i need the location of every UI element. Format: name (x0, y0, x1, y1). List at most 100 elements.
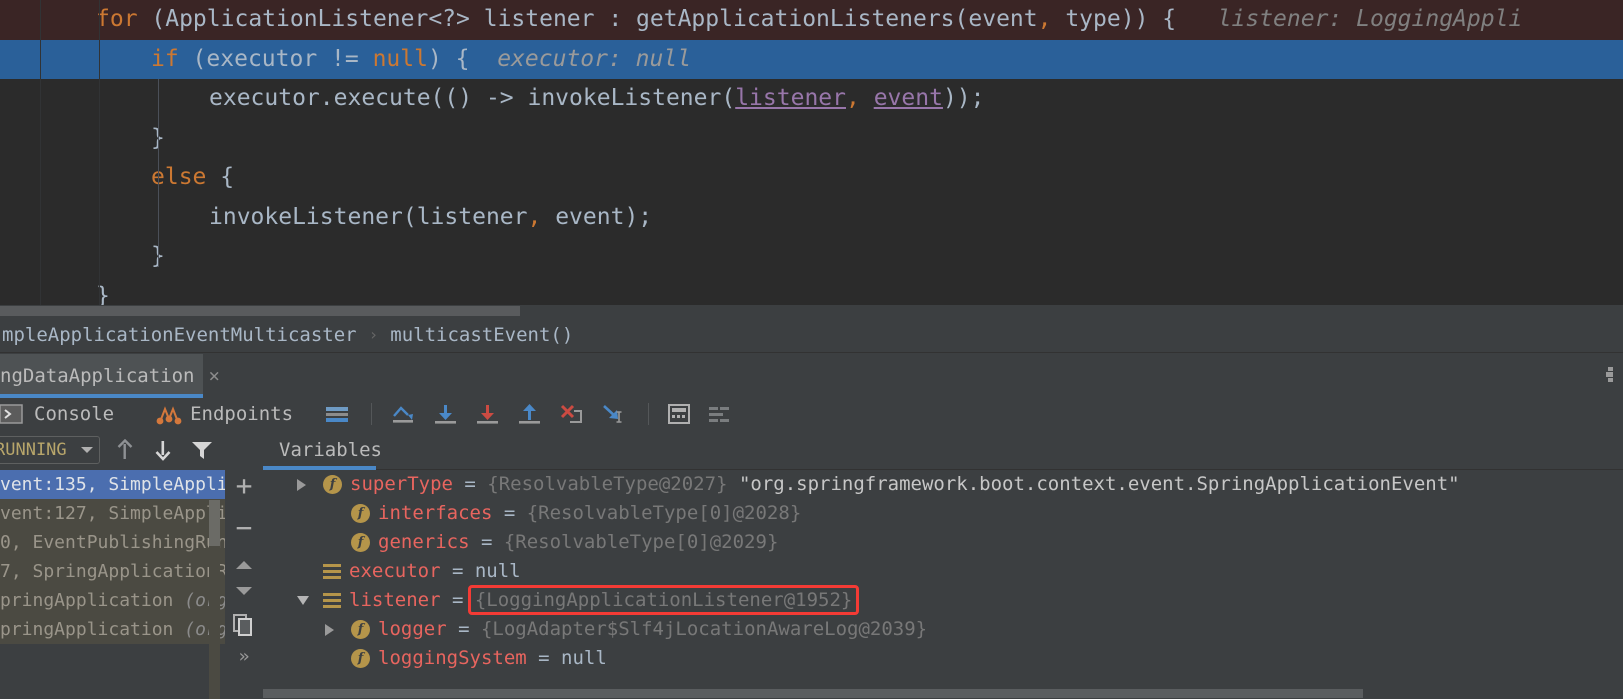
move-down-icon[interactable] (234, 584, 254, 598)
local-variable-icon (323, 591, 341, 610)
variables-panel: Variables f superType = {ResolvableType@2… (263, 430, 1623, 699)
frame-row-label: 7, SpringApplicationRunL (0, 561, 225, 582)
breadcrumb-class[interactable]: mpleApplicationEventMulticaster (0, 324, 359, 346)
breadcrumb-method[interactable]: multicastEvent() (388, 324, 575, 346)
close-icon[interactable]: × (208, 365, 219, 387)
variables-list[interactable]: f superType = {ResolvableType@2027} "org.… (263, 470, 1623, 699)
variable-row[interactable]: f logger = {LogAdapter$Slf4jLocationAware… (263, 615, 1623, 644)
filter-icon[interactable] (191, 440, 213, 460)
run-to-cursor-icon[interactable] (600, 398, 628, 430)
frames-vscroll-thumb[interactable] (209, 500, 220, 546)
editor-horizontal-scrollbar[interactable] (0, 305, 1623, 317)
chevron-down-icon[interactable] (79, 445, 95, 455)
code-token: , (845, 85, 860, 111)
variable-row[interactable]: f interfaces = {ResolvableType[0]@2028} (263, 499, 1623, 528)
code-line[interactable]: else { (0, 158, 1623, 198)
variable-reference: {LogAdapter$Slf4jLocationAwareLog@2039} (480, 618, 928, 640)
code-line[interactable]: invokeListener(listener, event); (0, 198, 1623, 238)
fold-guide-line (158, 79, 159, 267)
variable-row[interactable]: executor = null (263, 557, 1623, 586)
step-into-icon[interactable] (432, 398, 460, 430)
frame-row[interactable]: 7, SpringApplicationRunL (0, 557, 225, 586)
variable-reference: {ResolvableType[0]@2028} (526, 502, 802, 524)
variable-row[interactable]: f superType = {ResolvableType@2027} "org.… (263, 470, 1623, 499)
tab-variables-label: Variables (279, 439, 382, 461)
breadcrumb[interactable]: mpleApplicationEventMulticaster › multic… (0, 317, 1623, 353)
frame-row[interactable]: pringApplication (org.sp (0, 615, 225, 644)
code-token: type)) { (1051, 6, 1177, 32)
gutter-divider-2 (99, 0, 100, 305)
remove-icon[interactable]: − (236, 514, 253, 542)
settings-icon[interactable] (707, 398, 733, 430)
copy-icon[interactable] (233, 614, 255, 636)
arrow-up-icon[interactable] (115, 439, 135, 461)
show-execution-point-icon[interactable] (323, 398, 351, 430)
variables-hscroll-thumb[interactable] (263, 689, 1363, 698)
run-tab-label: ngDataApplication (0, 365, 195, 387)
frame-row[interactable]: vent:127, SimpleApplicat (0, 499, 225, 528)
variable-name: generics (378, 531, 470, 553)
tab-variables[interactable]: Variables (263, 430, 398, 470)
code-line[interactable]: } (0, 237, 1623, 277)
code-token: for (96, 6, 138, 32)
more-icon[interactable]: » (239, 646, 250, 667)
code-token: { (206, 164, 235, 190)
arrow-down-icon[interactable] (153, 439, 173, 461)
frames-vertical-scrollbar[interactable] (209, 500, 220, 699)
frame-row[interactable]: 0, EventPublishingRunLis (0, 528, 225, 557)
code-editor[interactable]: for (ApplicationListener<?> listener : g… (0, 0, 1623, 305)
code-token: null (372, 45, 428, 72)
variable-name: logger (378, 618, 447, 640)
gutter-divider-1 (40, 0, 41, 305)
toolbar-divider-1 (371, 403, 373, 425)
step-over-icon[interactable] (390, 398, 418, 430)
code-line[interactable]: for (ApplicationListener<?> listener : g… (0, 0, 1623, 40)
frame-row[interactable]: pringApplication (org.sp (0, 586, 225, 615)
endpoints-tab[interactable]: Endpoints (156, 398, 293, 430)
field-variable-icon: f (351, 533, 370, 552)
variable-equals: = (440, 560, 475, 582)
variable-equals: = (526, 647, 562, 669)
drop-frame-icon[interactable] (558, 398, 586, 430)
variable-reference: {LoggingApplicationListener@1952} (474, 589, 853, 611)
frames-list[interactable]: vent:135, SimpleApplicat vent:127, Simple… (0, 470, 225, 644)
expand-chevron-icon[interactable] (297, 470, 323, 499)
evaluate-expression-icon[interactable] (667, 398, 693, 430)
collapse-chevron-icon[interactable] (297, 586, 323, 615)
variable-equals: = (440, 589, 475, 611)
field-variable-icon: f (351, 620, 370, 639)
frame-row-label: vent:127, SimpleApplicat (0, 503, 225, 524)
variable-equals: = (469, 531, 504, 553)
variable-row[interactable]: f generics = {ResolvableType[0]@2029} (263, 528, 1623, 557)
code-token: event (873, 85, 943, 111)
variable-equals: = (492, 502, 527, 524)
code-line[interactable]: executor.execute(() -> invokeListener(li… (0, 79, 1623, 119)
expand-chevron-icon[interactable] (325, 615, 351, 644)
variables-horizontal-scrollbar[interactable] (263, 688, 1623, 699)
run-tab-application[interactable]: ngDataApplication × (0, 354, 220, 398)
code-line[interactable]: } (0, 119, 1623, 159)
debugger-toolbar: Console Endpoints (0, 398, 1623, 430)
console-tab[interactable]: Console (0, 398, 114, 430)
editor-hscroll-thumb[interactable] (0, 306, 520, 316)
thread-selector[interactable]: RUNNING (0, 436, 100, 464)
variable-reference: {ResolvableType@2027} (487, 473, 728, 495)
add-icon[interactable]: + (236, 472, 253, 500)
step-out-icon[interactable] (516, 398, 544, 430)
frame-row[interactable]: vent:135, SimpleApplicat (0, 470, 225, 499)
variable-row[interactable]: f loggingSystem = null (263, 644, 1623, 673)
variable-equals: = (446, 618, 481, 640)
console-icon (0, 402, 26, 426)
code-line[interactable]: } (0, 277, 1623, 306)
endpoints-tab-label: Endpoints (190, 403, 294, 425)
frames-toolbar: RUNNING (0, 430, 225, 470)
ide-debugger-window: for (ApplicationListener<?> listener : g… (0, 0, 1623, 699)
code-line[interactable]: if (executor != null) { executor: null (0, 39, 1623, 79)
frame-row-label: pringApplication (0, 619, 185, 640)
code-token: listener: LoggingAppli (1176, 6, 1523, 32)
move-up-icon[interactable] (234, 558, 254, 572)
force-step-into-icon[interactable] (474, 398, 502, 430)
variable-row[interactable]: listener = {LoggingApplicationListener@1… (263, 586, 1623, 615)
tabbar-overflow-icon[interactable] (1605, 366, 1615, 384)
run-configuration-tabbar: ngDataApplication × (0, 354, 1623, 398)
